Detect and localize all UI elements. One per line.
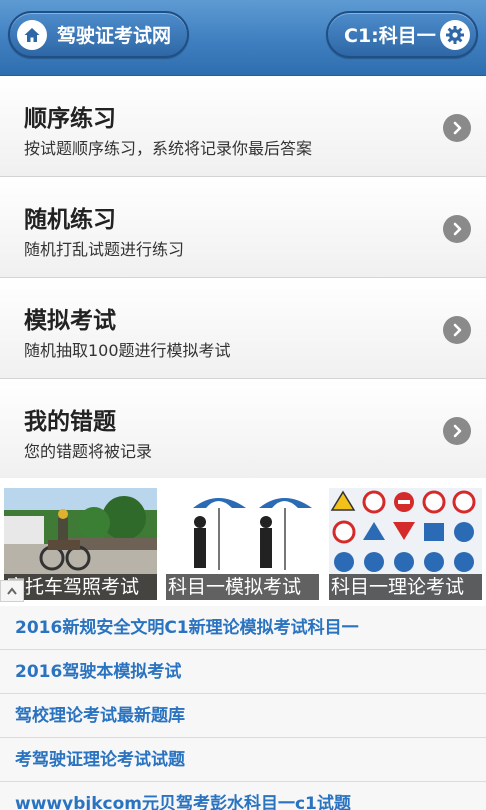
menu-item-subtitle: 按试题顺序练习，系统将记录你最后答案 xyxy=(24,139,313,158)
banner-caption: 科目一模拟考试 xyxy=(166,574,319,600)
banner-caption: 科目一理论考试 xyxy=(329,574,482,600)
banner-item-subject1-mock[interactable]: 科目一模拟考试 xyxy=(166,488,319,600)
menu-item-title: 我的错题 xyxy=(24,409,116,435)
article-link[interactable]: 2016驾驶本模拟考试 xyxy=(0,650,486,694)
article-link[interactable]: wwwybjkcom元贝驾考彭水科目一c1试题 xyxy=(0,782,486,810)
menu-item-mock-exam[interactable]: 模拟考试 随机抽取100题进行模拟考试 xyxy=(0,278,486,379)
menu-item-title: 随机练习 xyxy=(24,207,116,233)
level-label: C1:科目一 xyxy=(344,25,436,47)
article-link-list: 2016新规安全文明C1新理论模拟考试科目一 2016驾驶本模拟考试 驾校理论考… xyxy=(0,606,486,810)
chevron-right-icon xyxy=(443,215,471,243)
menu-item-subtitle: 随机抽取100题进行模拟考试 xyxy=(24,341,231,360)
chevron-right-icon xyxy=(443,114,471,142)
menu-item-subtitle: 您的错题将被记录 xyxy=(24,442,153,461)
home-icon xyxy=(17,19,47,50)
banner-item-subject1-theory[interactable]: 科目一理论考试 xyxy=(329,488,482,600)
level-selector-button[interactable]: C1:科目一 xyxy=(326,11,478,58)
banner-carousel: 摩托车驾照考试 科目一模拟考试 科目一理论考试 xyxy=(0,478,486,606)
scroll-up-icon[interactable] xyxy=(0,580,24,602)
chevron-right-icon xyxy=(443,417,471,445)
home-button[interactable]: 驾驶证考试网 xyxy=(8,11,189,58)
menu-item-sequential-practice[interactable]: 顺序练习 按试题顺序练习，系统将记录你最后答案 xyxy=(0,76,486,177)
chevron-right-icon xyxy=(443,316,471,344)
home-button-label: 驾驶证考试网 xyxy=(57,25,172,47)
menu-item-wrong-answers[interactable]: 我的错题 您的错题将被记录 xyxy=(0,379,486,480)
menu-item-title: 模拟考试 xyxy=(24,308,116,334)
article-link[interactable]: 考驾驶证理论考试试题 xyxy=(0,738,486,782)
menu-item-subtitle: 随机打乱试题进行练习 xyxy=(24,240,185,259)
banner-item-motorcycle[interactable]: 摩托车驾照考试 xyxy=(4,488,157,600)
banner-caption: 摩托车驾照考试 xyxy=(4,574,157,600)
header-bar: 驾驶证考试网 C1:科目一 xyxy=(0,0,486,76)
menu-item-title: 顺序练习 xyxy=(24,106,116,132)
gear-icon xyxy=(440,19,470,50)
article-link[interactable]: 驾校理论考试最新题库 xyxy=(0,694,486,738)
menu-item-random-practice[interactable]: 随机练习 随机打乱试题进行练习 xyxy=(0,177,486,278)
article-link[interactable]: 2016新规安全文明C1新理论模拟考试科目一 xyxy=(0,606,486,650)
